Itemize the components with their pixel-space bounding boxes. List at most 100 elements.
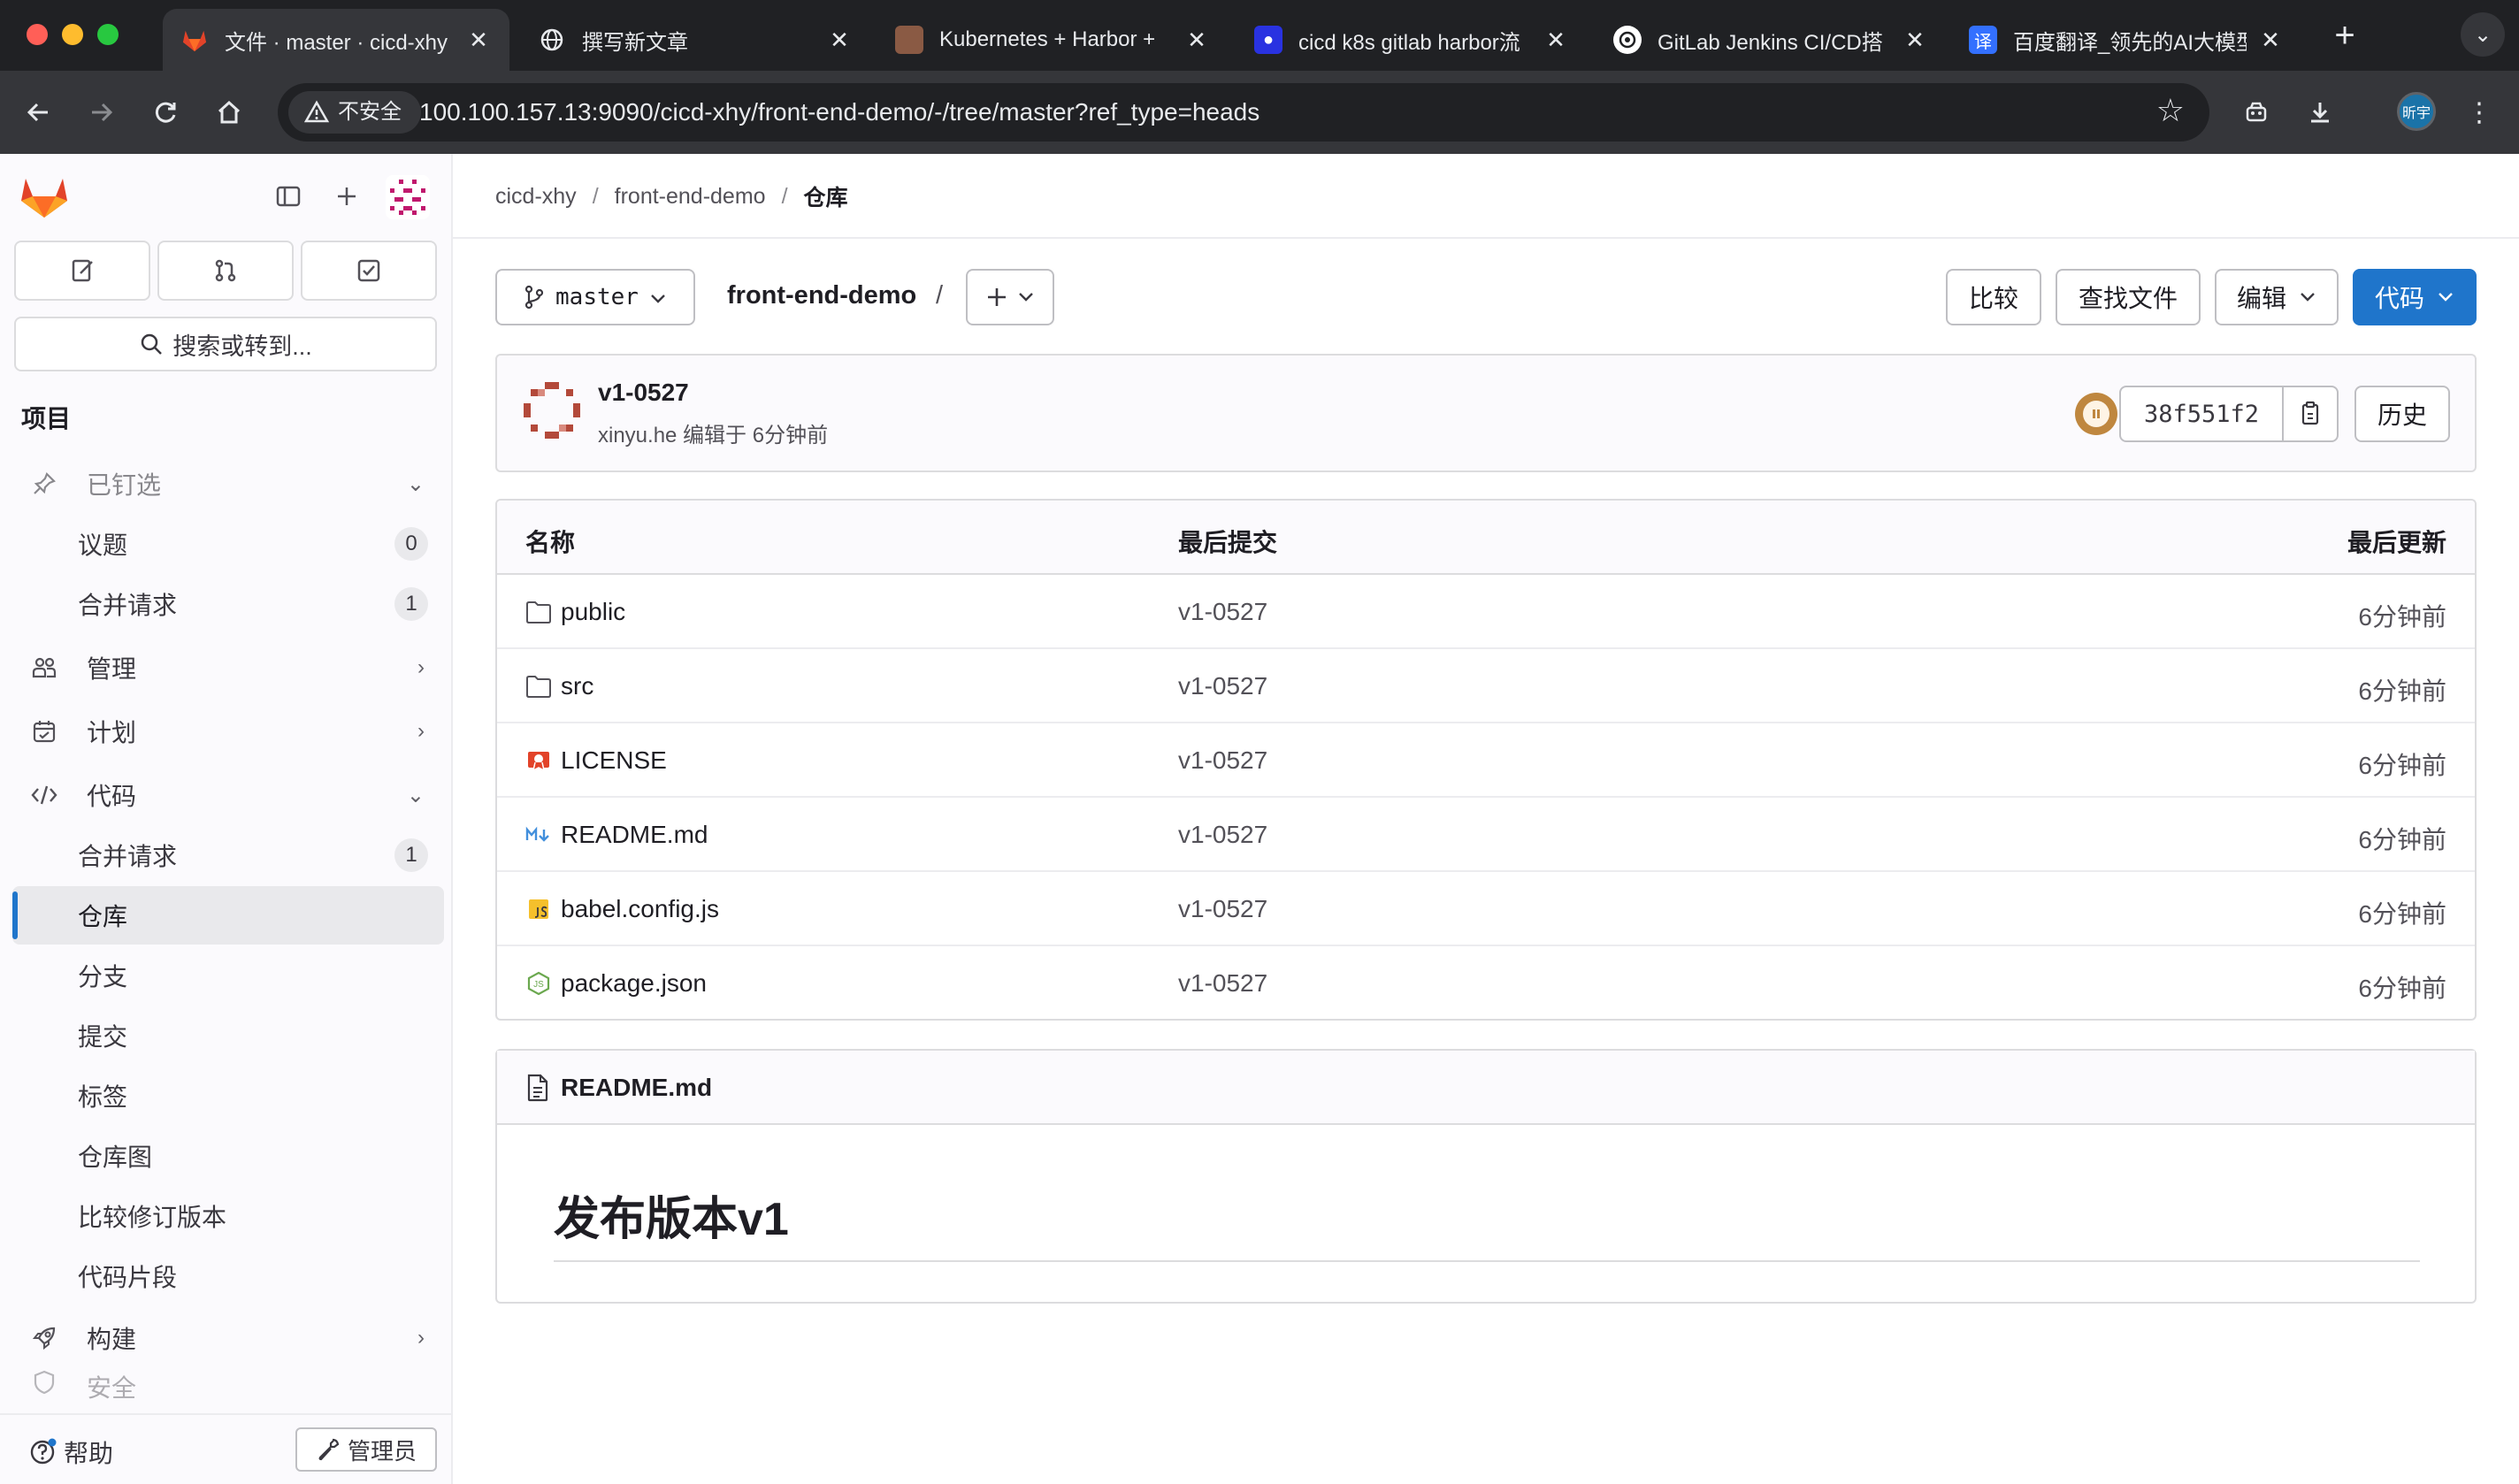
minimize-window-button[interactable] <box>62 24 83 45</box>
code-dropdown-button[interactable]: 代码 <box>2353 269 2477 325</box>
new-tab-button[interactable]: + <box>2323 16 2367 56</box>
sidebar-item-label: 仓库图 <box>78 1144 153 1171</box>
close-window-button[interactable] <box>27 24 48 45</box>
bookmark-star-icon[interactable]: ☆ <box>2156 92 2185 129</box>
admin-area-button[interactable]: 管理员 <box>295 1427 437 1472</box>
extensions-icon[interactable] <box>2232 88 2280 136</box>
tab-close-icon[interactable]: ✕ <box>1183 27 1210 54</box>
breadcrumb-group-link[interactable]: cicd-xhy <box>495 184 577 210</box>
download-icon[interactable] <box>2296 88 2344 136</box>
sidebar-section-title: 项目 <box>21 405 72 432</box>
file-name-link[interactable]: public <box>561 598 625 626</box>
browser-tab[interactable]: Kubernetes + Harbor + ✕ <box>877 9 1228 71</box>
back-arrow-icon[interactable] <box>14 88 62 136</box>
add-to-tree-dropdown[interactable] <box>966 269 1054 325</box>
table-row[interactable]: src v1-0527 6分钟前 <box>497 649 2475 723</box>
browser-tab[interactable]: GitLab Jenkins CI/CD搭 ✕ <box>1596 9 1946 71</box>
home-icon[interactable] <box>205 88 253 136</box>
sidebar-item-snippets[interactable]: 代码片段 <box>12 1247 444 1305</box>
tab-close-icon[interactable]: ✕ <box>826 27 853 54</box>
issues-shortcut-button[interactable] <box>14 241 150 301</box>
merge-request-icon <box>215 259 236 282</box>
table-row[interactable]: public v1-0527 6分钟前 <box>497 575 2475 649</box>
commit-sha[interactable]: 38f551f2 <box>2119 386 2284 442</box>
history-button[interactable]: 历史 <box>2354 386 2450 442</box>
tab-title: GitLab Jenkins CI/CD搭 <box>1658 30 1883 55</box>
repo-path-link[interactable]: front-end-demo <box>727 281 916 310</box>
browser-tab[interactable]: ● cicd k8s gitlab harbor流 ✕ <box>1237 9 1587 71</box>
maximize-window-button[interactable] <box>97 24 119 45</box>
sidebar-item-label: 已钉选 <box>87 471 162 499</box>
sidebar-item-label: 合并请求 <box>78 843 178 870</box>
commit-title-link[interactable]: v1-0527 <box>598 379 689 407</box>
table-row[interactable]: LICENSE v1-0527 6分钟前 <box>497 723 2475 798</box>
file-name-link[interactable]: README.md <box>561 821 708 849</box>
count-badge: 1 <box>394 587 428 621</box>
url-text[interactable]: 100.100.157.13:9090/cicd-xhy/front-end-d… <box>419 83 1260 142</box>
tab-close-icon[interactable]: ✕ <box>1902 27 1928 54</box>
file-commit-link[interactable]: v1-0527 <box>1178 672 1267 700</box>
sidebar-item-code-merge-requests[interactable]: 合并请求 1 <box>12 826 444 884</box>
branch-name: master <box>555 284 639 310</box>
security-chip[interactable]: 不安全 <box>288 91 421 134</box>
reload-icon[interactable] <box>142 88 189 136</box>
help-button[interactable]: 帮助 <box>28 1434 113 1470</box>
browser-tab[interactable]: 译 百度翻译_领先的AI大模型 ✕ <box>1951 9 2301 71</box>
sidebar-item-merge-requests[interactable]: 合并请求 1 <box>12 575 444 633</box>
gitlab-logo-icon[interactable] <box>19 173 69 219</box>
readme-filename-link[interactable]: README.md <box>561 1074 712 1102</box>
tab-search-chevron-icon[interactable]: ⌄ <box>2461 12 2505 57</box>
browser-tab[interactable]: 文件 · master · cicd-xhy ✕ <box>163 9 509 71</box>
plus-icon <box>988 288 1006 306</box>
forward-arrow-icon[interactable] <box>78 88 126 136</box>
find-file-label: 查找文件 <box>2078 285 2178 312</box>
breadcrumb-current[interactable]: 仓库 <box>804 180 848 212</box>
file-commit-link[interactable]: v1-0527 <box>1178 895 1267 923</box>
file-name-link[interactable]: src <box>561 672 593 700</box>
profile-avatar[interactable]: 昕宇 <box>2397 92 2436 131</box>
commit-author-avatar[interactable] <box>524 382 580 439</box>
table-row[interactable]: babel.config.js v1-0527 6分钟前 <box>497 872 2475 946</box>
sidebar-item-repository[interactable]: 仓库 <box>12 886 444 945</box>
sidebar-pinned-toggle[interactable]: 已钉选 ⌄ <box>12 455 444 513</box>
address-bar[interactable]: 不安全 100.100.157.13:9090/cicd-xhy/front-e… <box>278 83 2209 142</box>
sidebar-item-repository-graph[interactable]: 仓库图 <box>12 1127 444 1185</box>
copy-sha-button[interactable] <box>2282 386 2339 442</box>
sidebar-item-tags[interactable]: 标签 <box>12 1067 444 1125</box>
file-name-link[interactable]: package.json <box>561 969 707 998</box>
sidebar-item-compare-revisions[interactable]: 比较修订版本 <box>12 1187 444 1245</box>
create-new-icon[interactable] <box>329 179 364 214</box>
user-avatar[interactable] <box>386 175 430 219</box>
file-name-link[interactable]: babel.config.js <box>561 895 719 923</box>
sidebar-item-code[interactable]: 代码 ⌄ <box>12 766 444 824</box>
tab-close-icon[interactable]: ✕ <box>2257 27 2284 54</box>
sidebar-item-issues[interactable]: 议题 0 <box>12 515 444 573</box>
browser-tab[interactable]: 撰写新文章 ✕ <box>520 9 870 71</box>
pipeline-status-icon[interactable] <box>2075 393 2117 435</box>
file-commit-link[interactable]: v1-0527 <box>1178 598 1267 626</box>
file-commit-link[interactable]: v1-0527 <box>1178 969 1267 998</box>
sidebar-item-secure[interactable]: 安全 <box>12 1369 444 1401</box>
breadcrumb-project-link[interactable]: front-end-demo <box>615 184 766 210</box>
table-row[interactable]: README.md v1-0527 6分钟前 <box>497 798 2475 872</box>
sidebar-item-manage[interactable]: 管理 › <box>12 639 444 697</box>
file-commit-link[interactable]: v1-0527 <box>1178 821 1267 849</box>
compare-button[interactable]: 比较 <box>1946 269 2041 325</box>
sidebar-item-branches[interactable]: 分支 <box>12 946 444 1005</box>
sidebar-item-commits[interactable]: 提交 <box>12 1006 444 1065</box>
branch-switcher[interactable]: master <box>495 269 695 325</box>
todo-shortcut-button[interactable] <box>301 241 437 301</box>
find-file-button[interactable]: 查找文件 <box>2056 269 2201 325</box>
tab-close-icon[interactable]: ✕ <box>1543 27 1569 54</box>
file-name-link[interactable]: LICENSE <box>561 746 667 775</box>
sidebar-item-build[interactable]: 构建 › <box>12 1309 444 1367</box>
sidebar-toggle-icon[interactable] <box>271 179 306 214</box>
search-button[interactable]: 搜索或转到... <box>14 317 437 371</box>
table-row[interactable]: JS package.json v1-0527 6分钟前 <box>497 946 2475 1019</box>
file-commit-link[interactable]: v1-0527 <box>1178 746 1267 775</box>
merge-requests-shortcut-button[interactable] <box>157 241 294 301</box>
menu-kebab-icon[interactable]: ⋮ <box>2455 88 2503 136</box>
edit-dropdown[interactable]: 编辑 <box>2215 269 2339 325</box>
tab-close-icon[interactable]: ✕ <box>465 27 492 54</box>
sidebar-item-plan[interactable]: 计划 › <box>12 702 444 761</box>
